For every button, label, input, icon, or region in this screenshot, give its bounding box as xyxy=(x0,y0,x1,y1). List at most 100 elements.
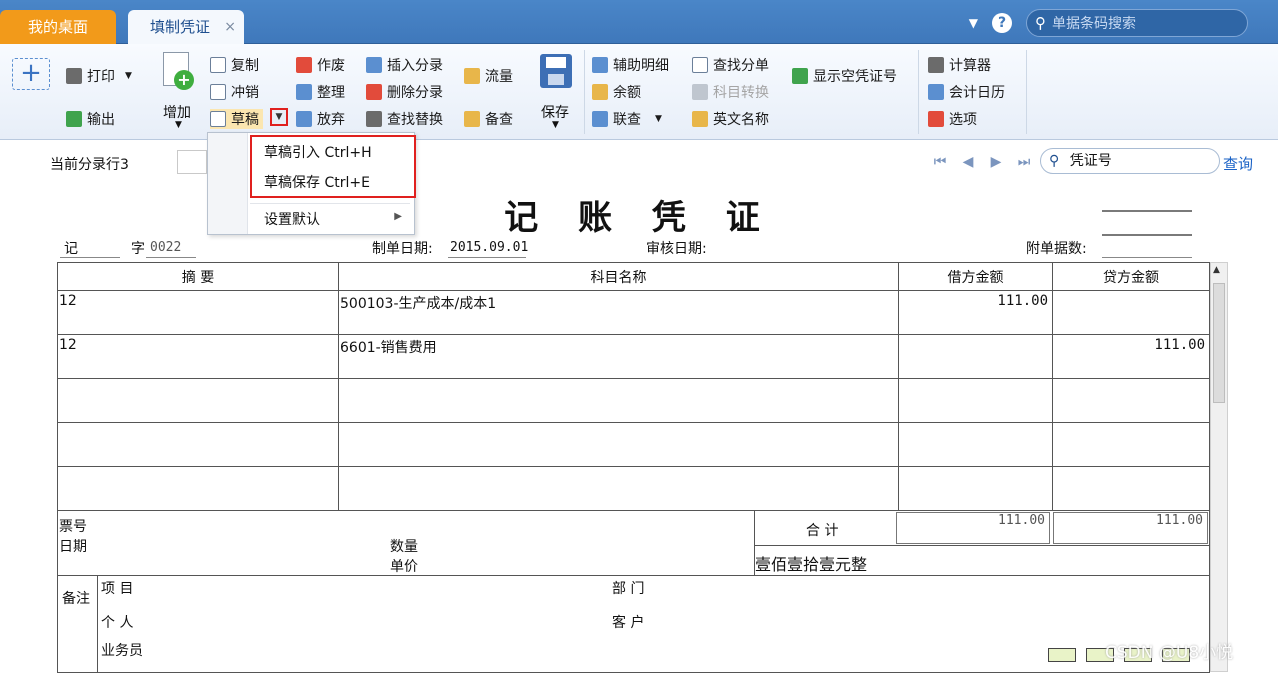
ticket-date-label: 日期 xyxy=(59,539,87,555)
menu-item-draft-save[interactable]: 草稿保存 Ctrl+E xyxy=(264,172,370,192)
summary-cell[interactable] xyxy=(57,378,339,423)
summary-cell[interactable]: 12 xyxy=(57,334,339,379)
query-link[interactable]: 查询 xyxy=(1223,153,1253,174)
table-row[interactable]: 12 500103-生产成本/成本1 111.00 xyxy=(57,290,1210,335)
reverse-label: 冲销 xyxy=(231,85,259,101)
new-plus-icon[interactable]: + xyxy=(12,58,50,90)
print-button[interactable]: 打印 ▼ xyxy=(66,66,132,86)
quantity-label: 数量 xyxy=(390,539,418,555)
cash-flow-button[interactable]: 流量 xyxy=(464,66,513,86)
options-button[interactable]: 选项 xyxy=(928,109,977,129)
credit-cell[interactable] xyxy=(1052,378,1210,423)
debit-cell[interactable] xyxy=(898,378,1053,423)
accounting-calendar-button[interactable]: 会计日历 xyxy=(928,82,1005,102)
organize-button[interactable]: 整理 xyxy=(296,82,345,102)
balance-button[interactable]: 余额 xyxy=(592,82,641,102)
linked-query-button[interactable]: 联查 ▼ xyxy=(592,109,662,129)
help-icon[interactable]: ? xyxy=(992,13,1012,33)
current-row-field[interactable] xyxy=(177,150,207,174)
chevron-down-icon[interactable]: ▼ xyxy=(552,120,559,130)
chevron-down-icon[interactable]: ▼ xyxy=(969,16,978,30)
english-name-label: 英文名称 xyxy=(713,112,769,128)
voucher-number[interactable]: 0022 xyxy=(150,240,181,255)
save-button[interactable]: 保存 xyxy=(541,102,569,122)
summary-cell[interactable] xyxy=(57,466,339,511)
calendar-icon xyxy=(928,84,944,100)
summary-cell[interactable]: 12 xyxy=(57,290,339,335)
export-button[interactable]: 输出 xyxy=(66,109,115,129)
account-convert-button[interactable]: 科目转换 xyxy=(692,82,769,102)
account-cell[interactable]: 500103-生产成本/成本1 xyxy=(338,290,899,335)
void-button[interactable]: 作废 xyxy=(296,55,345,75)
insert-entry-button[interactable]: 插入分录 xyxy=(366,55,443,75)
memo-button[interactable]: 备查 xyxy=(464,109,513,129)
menu-item-draft-import[interactable]: 草稿引入 Ctrl+H xyxy=(264,142,372,162)
credit-cell[interactable]: 111.00 xyxy=(1052,334,1210,379)
english-name-button[interactable]: 英文名称 xyxy=(692,109,769,129)
find-entry-label: 查找分单 xyxy=(713,58,769,74)
debit-cell[interactable]: 111.00 xyxy=(898,290,1053,335)
barcode-search-input[interactable]: ⚲ 单据条码搜索 xyxy=(1026,9,1248,37)
total-label: 合 计 xyxy=(806,523,839,539)
aux-detail-button[interactable]: 辅助明细 xyxy=(592,55,669,75)
add-icon[interactable]: + xyxy=(160,52,200,92)
table-row[interactable]: 12 6601-销售费用 111.00 xyxy=(57,334,1210,379)
credit-cell[interactable] xyxy=(1052,422,1210,467)
find-replace-button[interactable]: 查找替换 xyxy=(366,109,443,129)
scroll-up-icon[interactable]: ▲ xyxy=(1213,265,1220,275)
abandon-label: 放弃 xyxy=(317,112,345,128)
card-icon[interactable] xyxy=(1048,648,1076,662)
table-row[interactable] xyxy=(57,378,1210,423)
next-record-icon[interactable]: ▶ xyxy=(986,154,1006,170)
voucher-date[interactable]: 2015.09.01 xyxy=(450,240,528,255)
table-row[interactable] xyxy=(57,466,1210,511)
calculator-button[interactable]: 计算器 xyxy=(928,55,991,75)
tab-fill-voucher[interactable]: 填制凭证 × xyxy=(128,10,244,44)
balance-label: 余额 xyxy=(613,85,641,101)
abandon-button[interactable]: 放弃 xyxy=(296,109,345,129)
reverse-button[interactable]: 冲销 xyxy=(210,82,259,102)
debit-cell[interactable] xyxy=(898,422,1053,467)
person-label: 个 人 xyxy=(101,615,134,631)
column-header-account: 科目名称 xyxy=(338,262,899,291)
account-cell[interactable] xyxy=(338,422,899,467)
add-button[interactable]: 增加 xyxy=(163,102,191,122)
scroll-thumb[interactable] xyxy=(1213,283,1225,403)
tab-my-desktop[interactable]: 我的桌面 xyxy=(0,10,116,44)
organize-icon xyxy=(296,84,312,100)
copy-button[interactable]: 复制 xyxy=(210,55,259,75)
menu-item-set-default[interactable]: 设置默认 xyxy=(264,209,320,229)
last-record-icon[interactable]: ⏭ xyxy=(1014,154,1034,170)
abandon-icon xyxy=(296,111,312,127)
chevron-down-icon[interactable]: ▼ xyxy=(125,71,132,81)
delete-entry-button[interactable]: 删除分录 xyxy=(366,82,443,102)
account-cell[interactable] xyxy=(338,378,899,423)
account-cell[interactable]: 6601-销售费用 xyxy=(338,334,899,379)
debit-cell[interactable] xyxy=(898,466,1053,511)
debit-cell[interactable] xyxy=(898,334,1053,379)
balance-icon xyxy=(592,84,608,100)
zi-label: 字 xyxy=(131,241,145,257)
table-row[interactable] xyxy=(57,422,1210,467)
voucher-type[interactable]: 记 xyxy=(64,238,78,258)
chevron-down-icon[interactable]: ▼ xyxy=(655,114,662,124)
find-entry-button[interactable]: 查找分单 xyxy=(692,55,769,75)
type-underline xyxy=(60,257,120,258)
summary-cell[interactable] xyxy=(57,422,339,467)
draft-dropdown-arrow[interactable]: ▼ xyxy=(270,108,288,126)
draft-button[interactable]: 草稿 xyxy=(210,109,263,129)
credit-cell[interactable] xyxy=(1052,466,1210,511)
show-empty-voucher-button[interactable]: 显示空凭证号 xyxy=(792,66,897,86)
record-navigation: ⏮ ◀ ▶ ⏭ xyxy=(930,154,1034,170)
save-icon[interactable] xyxy=(540,54,572,88)
find-replace-icon xyxy=(366,111,382,127)
first-record-icon[interactable]: ⏮ xyxy=(930,154,950,170)
chevron-down-icon[interactable]: ▼ xyxy=(175,120,182,130)
account-cell[interactable] xyxy=(338,466,899,511)
voucher-search-input[interactable]: ⚲ 凭证号 xyxy=(1040,148,1220,174)
memo-label: 备查 xyxy=(485,112,513,128)
table-scrollbar[interactable]: ▲ xyxy=(1210,262,1228,672)
credit-cell[interactable] xyxy=(1052,290,1210,335)
close-icon[interactable]: × xyxy=(224,10,236,44)
prev-record-icon[interactable]: ◀ xyxy=(958,154,978,170)
